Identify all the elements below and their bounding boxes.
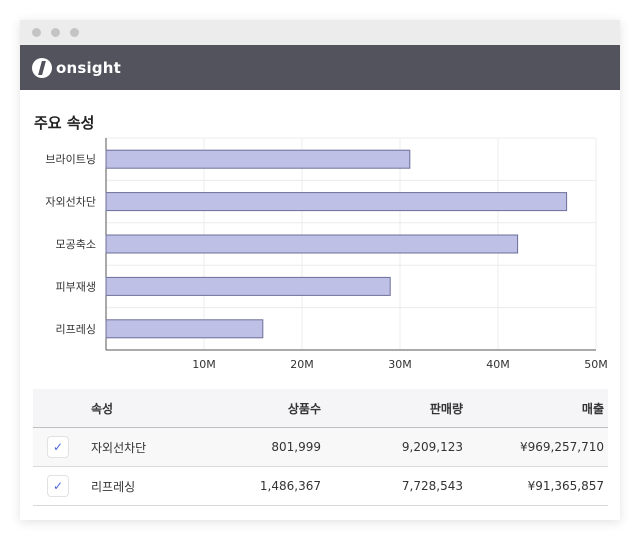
cell-attr: 리프레싱 bbox=[91, 479, 136, 494]
bar-1 bbox=[105, 149, 411, 169]
cell-products: 801,999 bbox=[271, 440, 321, 454]
header-attr[interactable]: 속성 bbox=[83, 400, 196, 417]
table-row[interactable]: ✓ 리프레싱 1,486,367 7,728,543 ¥91,365,857 bbox=[33, 467, 608, 506]
y-tick-label: 자외선차단 bbox=[45, 196, 96, 209]
cell-sales-qty: 7,728,543 bbox=[401, 479, 463, 493]
bar-2 bbox=[105, 192, 568, 212]
x-tick-label: 10M bbox=[192, 358, 216, 371]
bar-4 bbox=[105, 276, 391, 296]
row-checkbox[interactable]: ✓ bbox=[47, 436, 69, 458]
row-check-cell: ✓ bbox=[33, 475, 83, 497]
row-check-cell: ✓ bbox=[33, 436, 83, 458]
check-icon: ✓ bbox=[52, 440, 64, 454]
table-header-row: 속성 상품수 판매량 매출 bbox=[33, 389, 608, 428]
cell-revenue: ¥969,257,710 bbox=[520, 440, 604, 454]
app-logo-text: onsight bbox=[56, 58, 122, 77]
chart-svg: 브라이트닝자외선차단모공축소피부재생리프레싱 10M 20M 30M 40M 50M bbox=[45, 137, 608, 371]
window-control-minimize[interactable] bbox=[51, 28, 60, 37]
cell-attr: 자외선차단 bbox=[91, 440, 147, 455]
header-products[interactable]: 상품수 bbox=[196, 400, 321, 417]
cell-sales-qty: 9,209,123 bbox=[401, 440, 463, 454]
y-tick-label: 피부재생 bbox=[56, 280, 96, 293]
y-tick-label: 모공축소 bbox=[56, 238, 96, 251]
bar-5 bbox=[105, 319, 264, 339]
y-tick-label: 리프레싱 bbox=[56, 323, 96, 336]
app-window: onsight 주요 속성 브라이트닝 자외선차단 모공축소 피부재생 리프레싱 10M 2… bbox=[20, 20, 620, 520]
window-control-maximize[interactable] bbox=[70, 28, 79, 37]
x-tick-label: 20M bbox=[290, 358, 314, 371]
x-tick-label: 30M bbox=[388, 358, 412, 371]
header-revenue[interactable]: 매출 bbox=[463, 400, 604, 417]
attribute-bar-chart: 브라이트닝자외선차단모공축소피부재생리프레싱 10M 20M 30M 40M 50M bbox=[20, 130, 620, 395]
cell-products: 1,486,367 bbox=[259, 479, 321, 493]
x-tick-label: 50M bbox=[584, 358, 608, 371]
y-tick-label: 브라이트닝 bbox=[45, 153, 96, 166]
table-row[interactable]: ✓ 자외선차단 801,999 9,209,123 ¥969,257,710 bbox=[33, 428, 608, 467]
x-tick-label: 40M bbox=[486, 358, 510, 371]
app-header: onsight bbox=[20, 45, 620, 90]
header-sales-qty[interactable]: 판매량 bbox=[321, 400, 463, 417]
onsight-logo-icon bbox=[32, 57, 52, 78]
window-titlebar bbox=[20, 20, 620, 45]
row-checkbox[interactable]: ✓ bbox=[47, 475, 69, 497]
bar-3 bbox=[105, 234, 519, 254]
check-icon: ✓ bbox=[52, 479, 64, 493]
window-control-close[interactable] bbox=[32, 28, 41, 37]
cell-revenue: ¥91,365,857 bbox=[527, 479, 604, 493]
attribute-table: 속성 상품수 판매량 매출 ✓ 자외선차단 801,999 9,209,123 … bbox=[33, 389, 608, 506]
